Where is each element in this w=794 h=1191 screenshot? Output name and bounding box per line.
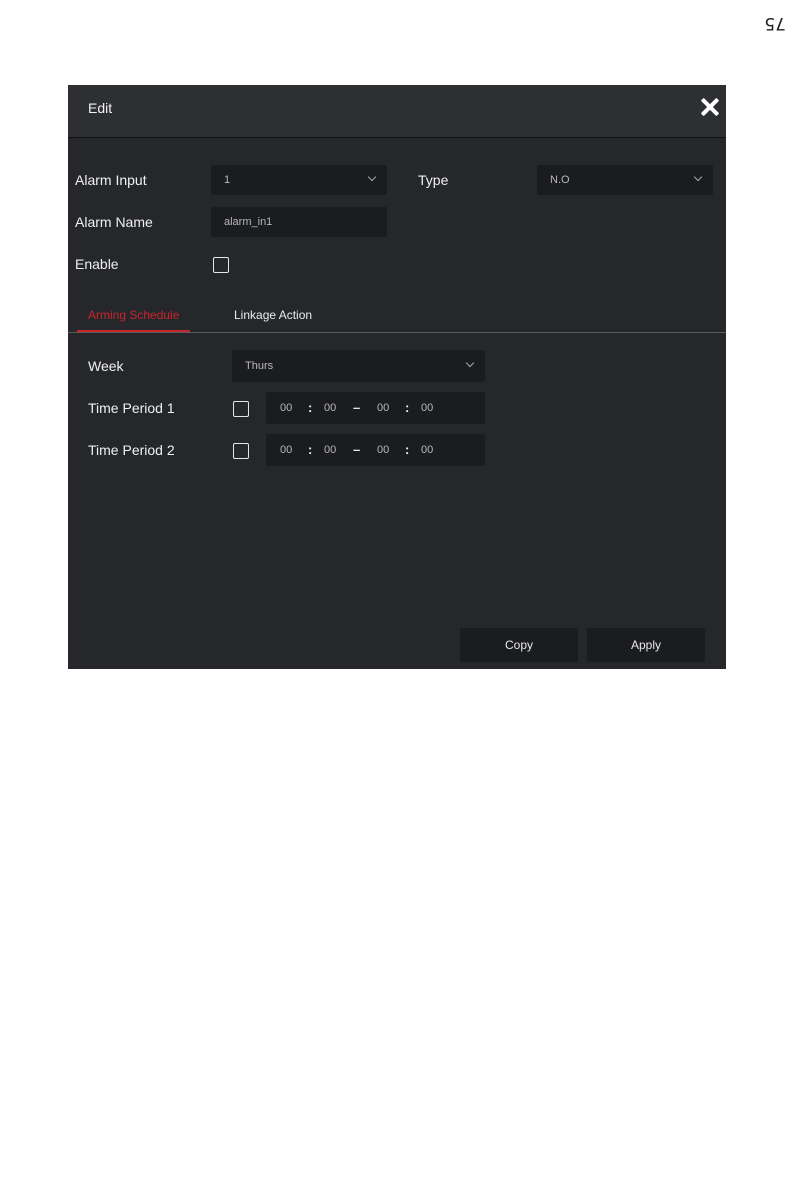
alarm-input-value: 1 — [224, 174, 231, 186]
dialog-title: Edit — [88, 100, 113, 116]
time-separator: : — [405, 442, 410, 457]
edit-dialog: Edit Alarm Input 1 Type N.O Alarm Name a… — [68, 85, 726, 669]
end-hour[interactable]: 00 — [377, 402, 389, 414]
range-dash: – — [353, 400, 361, 415]
start-hour[interactable]: 00 — [280, 402, 292, 414]
chevron-down-icon — [465, 358, 475, 368]
time-period-1-range[interactable]: 00 : 00 – 00 : 00 — [266, 392, 485, 424]
tab-divider — [68, 332, 726, 333]
page-number: 75 — [764, 13, 786, 33]
alarm-input-label: Alarm Input — [75, 172, 147, 188]
type-value: N.O — [550, 174, 570, 186]
close-icon[interactable] — [700, 97, 720, 117]
alarm-name-label: Alarm Name — [75, 214, 153, 230]
copy-button[interactable]: Copy — [460, 628, 578, 662]
enable-label: Enable — [75, 256, 119, 272]
time-separator: : — [308, 400, 313, 415]
alarm-input-select[interactable]: 1 — [211, 165, 387, 195]
type-select[interactable]: N.O — [537, 165, 713, 195]
time-separator: : — [405, 400, 410, 415]
week-select[interactable]: Thurs — [232, 350, 485, 382]
enable-checkbox[interactable] — [213, 257, 229, 273]
start-hour[interactable]: 00 — [280, 444, 292, 456]
end-minute[interactable]: 00 — [421, 444, 433, 456]
time-period-1-checkbox[interactable] — [233, 401, 249, 417]
chevron-down-icon — [693, 172, 703, 182]
alarm-name-value: alarm_in1 — [224, 216, 273, 228]
tab-arming-schedule[interactable]: Arming Schedule — [88, 308, 179, 322]
type-label: Type — [418, 172, 449, 188]
week-value: Thurs — [245, 360, 274, 372]
start-minute[interactable]: 00 — [324, 402, 336, 414]
time-separator: : — [308, 442, 313, 457]
end-minute[interactable]: 00 — [421, 402, 433, 414]
end-hour[interactable]: 00 — [377, 444, 389, 456]
dialog-title-bar: Edit — [68, 85, 726, 138]
time-period-1-label: Time Period 1 — [88, 400, 175, 416]
range-dash: – — [353, 442, 361, 457]
chevron-down-icon — [367, 172, 377, 182]
start-minute[interactable]: 00 — [324, 444, 336, 456]
tab-linkage-action[interactable]: Linkage Action — [234, 308, 312, 322]
time-period-2-checkbox[interactable] — [233, 443, 249, 459]
time-period-2-label: Time Period 2 — [88, 442, 175, 458]
week-label: Week — [88, 358, 124, 374]
apply-button[interactable]: Apply — [587, 628, 705, 662]
time-period-2-range[interactable]: 00 : 00 – 00 : 00 — [266, 434, 485, 466]
alarm-name-input[interactable]: alarm_in1 — [211, 207, 387, 237]
